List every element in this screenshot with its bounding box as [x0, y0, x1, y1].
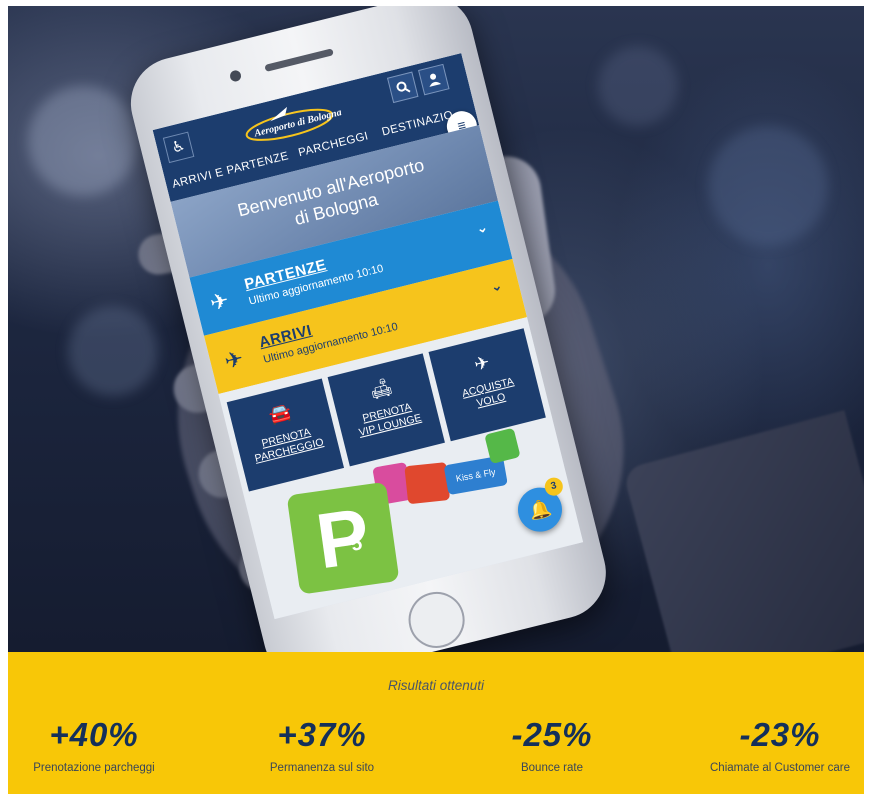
- phone: ♿ Aeroporto di Bologna ARRIVI E PARTENZE…: [121, 6, 616, 652]
- results-section: Risultati ottenuti +40% Prenotazione par…: [8, 652, 864, 794]
- hero-photo: ♿ Aeroporto di Bologna ARRIVI E PARTENZE…: [8, 6, 864, 652]
- stat-prenotazione-parcheggi: +40% Prenotazione parcheggi: [0, 716, 194, 774]
- results-title: Risultati ottenuti: [387, 678, 485, 693]
- sleeve: [622, 410, 864, 652]
- stat-value: +37%: [277, 716, 367, 753]
- bokeh-light: [708, 126, 828, 246]
- parking-sign-green: [484, 427, 521, 465]
- stat-bounce-rate: -25% Bounce rate: [452, 716, 652, 774]
- plane-takeoff-icon: ✈: [207, 287, 232, 316]
- wheelchair-icon[interactable]: ♿: [162, 131, 195, 164]
- plane-landing-icon: ✈: [221, 345, 246, 375]
- stat-label: Permanenza sul sito: [269, 762, 375, 774]
- stat-label: Chiamate al Customer care: [710, 762, 850, 774]
- tile-acquista-volo[interactable]: ✈ ACQUISTA VOLO: [428, 328, 546, 442]
- tile-prenota-vip-lounge[interactable]: 🛋 PRENOTA VIP LOUNGE: [327, 353, 445, 467]
- phone-body: ♿ Aeroporto di Bologna ARRIVI E PARTENZE…: [121, 6, 616, 652]
- bokeh-light: [598, 46, 678, 126]
- parking-p-sign: P: [286, 481, 400, 595]
- camera: [228, 69, 243, 83]
- stat-label: Prenotazione parcheggi: [33, 762, 155, 774]
- stat-value: -23%: [739, 716, 821, 753]
- home-button[interactable]: [402, 586, 471, 652]
- bokeh-light: [68, 306, 158, 396]
- stat-label: Bounce rate: [520, 762, 583, 774]
- chevron-down-icon[interactable]: ⌄: [489, 276, 504, 295]
- user-icon[interactable]: [418, 63, 450, 96]
- stat-value: -25%: [511, 716, 593, 753]
- chevron-down-icon[interactable]: ⌄: [474, 218, 489, 237]
- bokeh-light: [28, 86, 138, 196]
- search-icon[interactable]: [386, 71, 419, 104]
- stat-value: +40%: [49, 716, 139, 753]
- stat-chiamate-customer-care: -23% Chiamate al Customer care: [680, 716, 871, 774]
- tile-prenota-parcheggio[interactable]: 🚘 PRENOTA PARCHEGGIO: [226, 378, 345, 492]
- speaker: [264, 48, 334, 72]
- stat-permanenza-sito: +37% Permanenza sul sito: [222, 716, 422, 774]
